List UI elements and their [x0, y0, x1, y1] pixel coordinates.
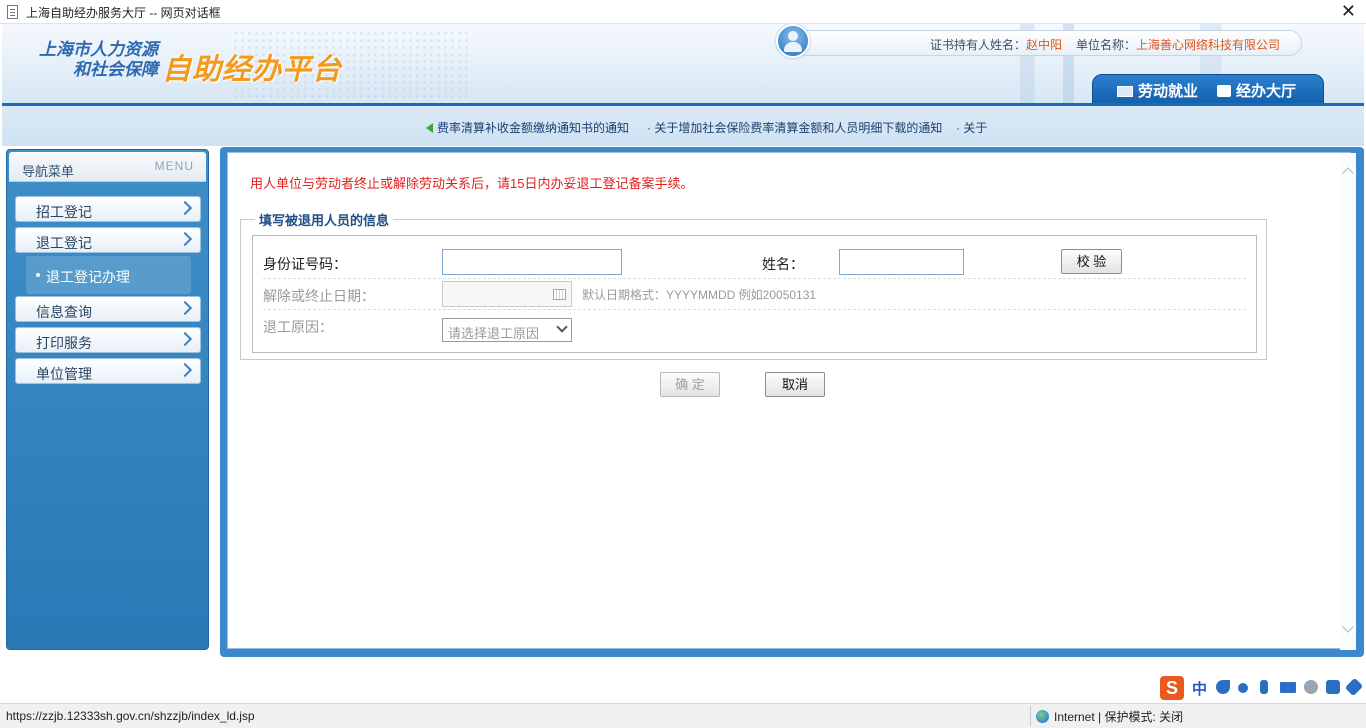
sidebar-item-termination-registration[interactable]: 退工登记 [15, 227, 201, 253]
unit-label: 单位名称： [1076, 38, 1137, 52]
sidebar-title: 导航菜单 [22, 164, 75, 179]
verify-button[interactable]: 校 验 [1061, 249, 1122, 274]
user-avatar-icon [776, 24, 810, 58]
termination-form: 身份证号码： 姓名： 校 验 解除或终止日期： 默认日期格式：YYYYMMDD … [252, 235, 1257, 353]
main-panel: 用人单位与劳动者终止或解除劳动关系后，请15日内办妥退工登记备案手续。 填写被退… [220, 147, 1364, 657]
close-icon[interactable]: ✕ [1341, 1, 1356, 22]
ime-mode-indicator[interactable]: 中 [1192, 678, 1207, 699]
sidebar-item-unit-management[interactable]: 单位管理 [15, 358, 201, 384]
notice-link-3[interactable]: · 关于 [956, 119, 987, 136]
cert-holder-name: 赵中阳 [1026, 38, 1063, 52]
calendar-icon[interactable] [553, 289, 566, 300]
fieldset-legend: 填写被退用人员的信息 [259, 213, 390, 228]
sidebar-item-print-service[interactable]: 打印服务 [15, 327, 201, 353]
row-divider [263, 278, 1246, 279]
sidebar-menu-tag: MENU [154, 159, 194, 173]
termination-date-label: 解除或终止日期： [263, 288, 375, 304]
chevron-right-icon [177, 200, 193, 216]
title-bar: 上海自助经办服务大厅 -- 网页对话框 ✕ [0, 0, 1366, 24]
unit-name: 上海善心网络科技有限公司 [1136, 38, 1281, 52]
moon-icon[interactable] [1216, 680, 1230, 694]
notice-link-2[interactable]: · 关于增加社会保险费率清算金额和人员明细下载的通知 [647, 119, 942, 136]
termination-deadline-alert: 用人单位与劳动者终止或解除劳动关系后，请15日内办妥退工登记备案手续。 [250, 176, 694, 191]
bullet-icon [36, 273, 40, 277]
sidebar-header: 导航菜单 MENU [9, 152, 206, 182]
nav-sidebar: 导航菜单 MENU 招工登记 退工登记 退工登记办理 信息查询 打印服务 单位管… [6, 149, 209, 650]
notice-bar: 费率清算补收金额缴纳通知书的通知 · 关于增加社会保险费率清算金额和人员明细下载… [2, 106, 1364, 146]
main-content: 用人单位与劳动者终止或解除劳动关系后，请15日内办妥退工登记备案手续。 填写被退… [227, 152, 1356, 650]
microphone-icon[interactable] [1260, 680, 1268, 694]
id-number-input[interactable] [442, 249, 622, 275]
date-format-hint: 默认日期格式：YYYYMMDD 例如20050131 [582, 288, 817, 302]
notice-link-1[interactable]: 费率清算补收金额缴纳通知书的通知 [426, 119, 629, 136]
chevron-right-icon [177, 231, 193, 247]
monitor-icon [1117, 86, 1133, 97]
scroll-up-icon[interactable] [1342, 167, 1354, 179]
chevron-down-icon [556, 321, 568, 333]
org-line-1: 上海市人力资源 [39, 40, 158, 60]
termination-reason-label: 退工原因： [263, 319, 333, 335]
ime-toolbar: S 中 [1160, 676, 1366, 700]
hall-icon [1217, 85, 1231, 97]
scroll-down-icon[interactable] [1342, 621, 1354, 633]
cancel-button[interactable]: 取消 [765, 372, 825, 397]
punctuation-icon[interactable] [1238, 683, 1248, 693]
chevron-right-icon [177, 300, 193, 316]
tab-service-hall[interactable]: 经办大厅 [1217, 80, 1296, 101]
page-icon [7, 5, 18, 19]
globe-icon [1036, 710, 1049, 723]
org-logo-text: 上海市人力资源 和社会保障 [26, 40, 158, 80]
user-icon[interactable] [1304, 680, 1318, 694]
org-line-2: 和社会保障 [73, 60, 158, 80]
keyboard-icon[interactable] [1280, 682, 1296, 693]
termination-date-input[interactable] [442, 281, 572, 307]
window-title: 上海自助经办服务大厅 -- 网页对话框 [26, 6, 221, 20]
user-info: 证书持有人姓名：赵中阳 单位名称：上海善心网络科技有限公司 [930, 36, 1280, 53]
vertical-scrollbar[interactable] [1340, 153, 1356, 650]
id-number-label: 身份证号码： [263, 256, 347, 272]
status-divider [1030, 706, 1031, 726]
platform-title: 自助经办平台 [162, 52, 343, 86]
cert-holder-label: 证书持有人姓名： [930, 38, 1027, 52]
name-label: 姓名： [762, 256, 804, 272]
sogou-logo-icon[interactable]: S [1160, 676, 1184, 700]
status-url: https://zzjb.12333sh.gov.cn/shzzjb/index… [6, 709, 255, 723]
wrench-icon[interactable] [1344, 677, 1364, 697]
security-zone[interactable]: Internet | 保护模式: 关闭 [1036, 708, 1183, 725]
sidebar-subitem-termination-process[interactable]: 退工登记办理 [26, 256, 191, 294]
chevron-right-icon [177, 331, 193, 347]
termination-reason-select[interactable]: 请选择退工原因 [442, 318, 572, 342]
shirt-icon[interactable] [1326, 680, 1340, 694]
speaker-icon [426, 123, 433, 133]
name-input[interactable] [839, 249, 964, 275]
header-tabs: 劳动就业 经办大厅 [1092, 74, 1324, 104]
confirm-button[interactable]: 确 定 [660, 372, 720, 397]
row-divider [263, 309, 1246, 310]
tab-labor-employment[interactable]: 劳动就业 [1117, 80, 1198, 101]
chevron-right-icon [177, 362, 193, 378]
dialog-window: 上海自助经办服务大厅 -- 网页对话框 ✕ 上海市人力资源 和社会保障 自助经办… [0, 0, 1366, 728]
header-banner: 上海市人力资源 和社会保障 自助经办平台 证书持有人姓名：赵中阳 单位名称：上海善… [2, 24, 1364, 104]
sidebar-item-info-query[interactable]: 信息查询 [15, 296, 201, 322]
status-bar: https://zzjb.12333sh.gov.cn/shzzjb/index… [0, 703, 1366, 728]
sidebar-item-hire-registration[interactable]: 招工登记 [15, 196, 201, 222]
